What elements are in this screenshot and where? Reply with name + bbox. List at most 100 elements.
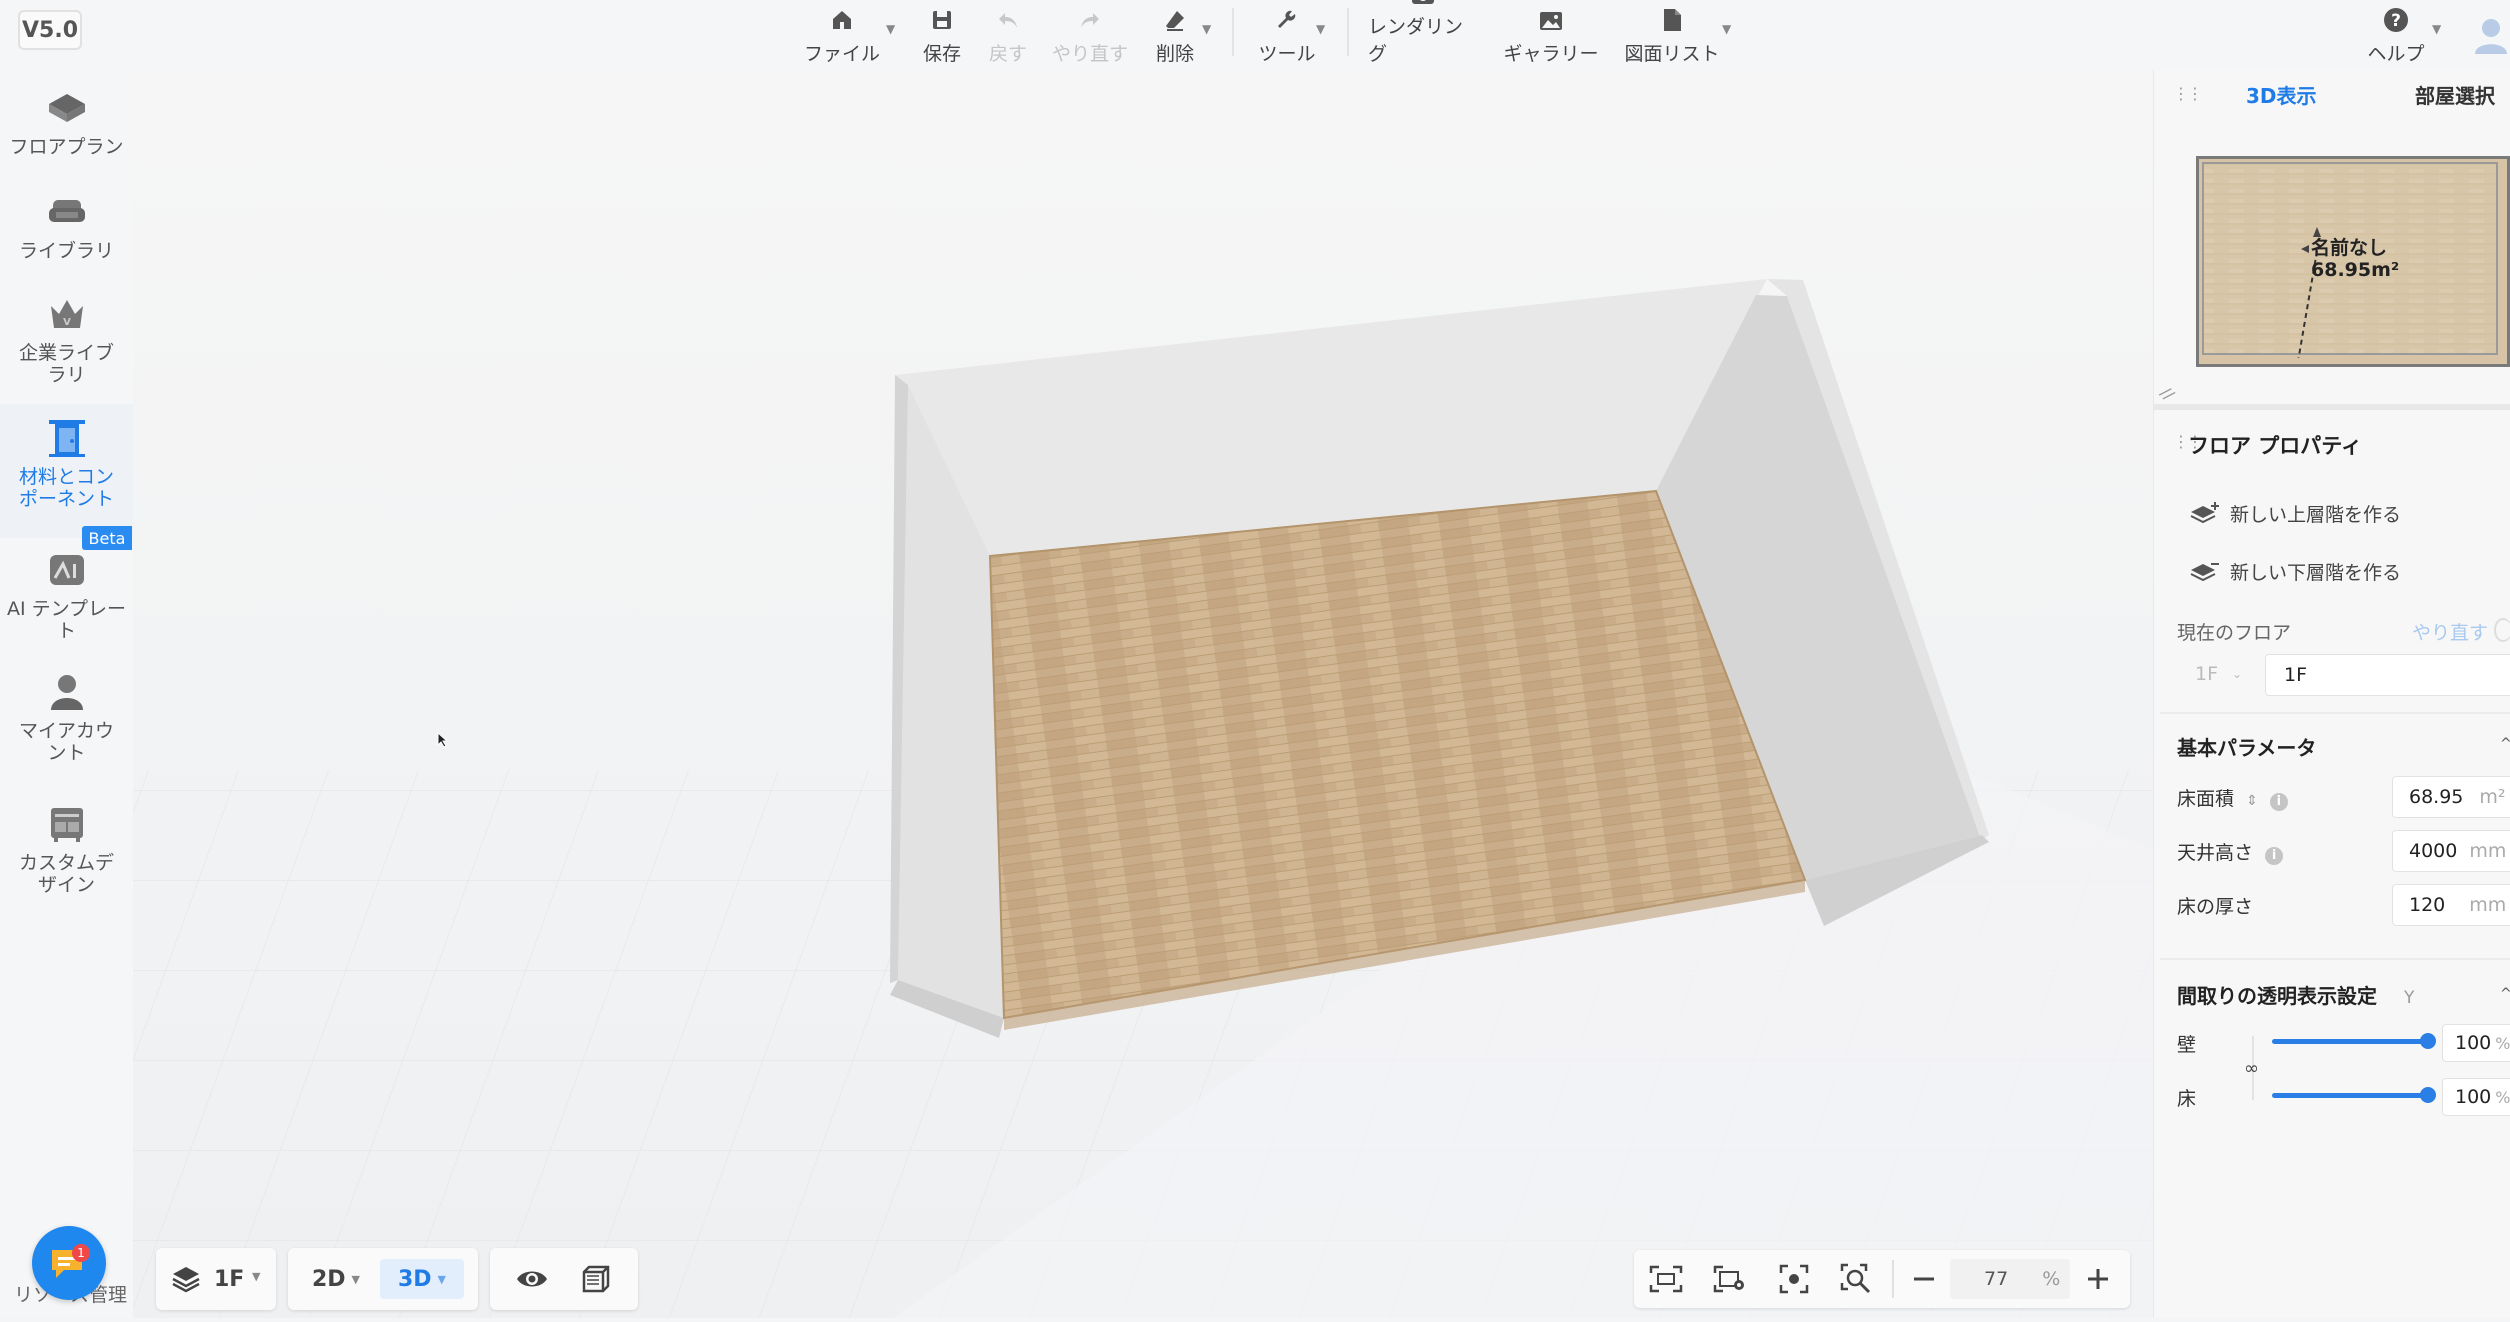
eye-icon: [517, 1271, 547, 1287]
drawing-list-button[interactable]: 図面リスト: [1622, 0, 1722, 66]
sort-icon[interactable]: ⇕: [2246, 793, 2258, 809]
chevron-down-icon: ▼: [437, 1272, 447, 1286]
floor-opacity-slider[interactable]: [2272, 1093, 2427, 1098]
minimap[interactable]: 名前なし 68.95m²: [2196, 156, 2510, 380]
toolbar-divider: [1232, 8, 1234, 56]
undo-button[interactable]: 戻す: [978, 0, 1038, 66]
chevron-down-icon[interactable]: ▼: [2432, 22, 2441, 36]
chevron-down-icon[interactable]: ▼: [1722, 22, 1731, 36]
user-avatar[interactable]: [2472, 14, 2510, 54]
help-button[interactable]: ? ヘルプ: [2364, 0, 2428, 66]
chevron-up-icon[interactable]: ^: [2500, 736, 2510, 752]
camera-settings-button[interactable]: [1708, 1262, 1752, 1296]
fit-view-button[interactable]: [1644, 1262, 1688, 1296]
ai-template-icon: [47, 550, 87, 590]
wall-opacity-slider[interactable]: [2272, 1039, 2427, 1044]
zoom-in-button[interactable]: [2078, 1262, 2118, 1296]
drawing-list-label: 図面リスト: [1624, 43, 1720, 65]
save-button[interactable]: 保存: [912, 0, 972, 66]
tools-button[interactable]: ツール: [1252, 0, 1322, 66]
floor-thickness-unit: mm: [2469, 894, 2507, 916]
floor-opacity-input[interactable]: 100 %: [2442, 1078, 2510, 1116]
wall-opacity-input[interactable]: 100 %: [2442, 1024, 2510, 1062]
gallery-button[interactable]: ギャラリー: [1503, 0, 1599, 66]
sidebar-item-label: フロアプラン: [9, 136, 124, 158]
crown-icon: V: [47, 294, 87, 334]
floor-area-value: 68.95: [2409, 786, 2464, 808]
room-model[interactable]: [890, 279, 1989, 1038]
new-lower-floor-button[interactable]: 新しい下層階を作る: [2190, 558, 2401, 585]
redo-button[interactable]: やり直す: [1050, 0, 1130, 66]
floor-select[interactable]: 1F ⌄: [2177, 654, 2263, 694]
chevron-down-icon[interactable]: ▼: [886, 22, 895, 36]
zoom-input[interactable]: 77 %: [1950, 1259, 2070, 1299]
view-2d-button[interactable]: 2D ▼: [300, 1262, 372, 1296]
view-3d-button[interactable]: 3D ▼: [380, 1259, 464, 1299]
ceiling-height-text: 天井高さ: [2177, 842, 2254, 864]
sidebar-item-label: 企業ライブラリ: [18, 342, 114, 386]
tab-room-select[interactable]: 部屋選択: [2415, 80, 2495, 109]
tools-label: ツール: [1258, 43, 1316, 65]
layers-icon: [170, 1262, 202, 1296]
sidebar-item-label: ライブラリ: [18, 240, 114, 262]
chevron-down-icon[interactable]: ▼: [1316, 22, 1325, 36]
redo-icon: [1077, 7, 1103, 33]
zoom-search-button[interactable]: [1834, 1262, 1878, 1296]
new-upper-floor-button[interactable]: 新しい上層階を作る: [2190, 500, 2401, 527]
cube-view-button[interactable]: [576, 1262, 616, 1296]
cube-icon: [582, 1265, 610, 1293]
sidebar-item-materials[interactable]: 材料とコンポーネント: [0, 404, 133, 538]
sidebar-item-floorplan[interactable]: フロアプラン: [0, 88, 133, 168]
floor-thickness-input[interactable]: 120 mm: [2392, 884, 2510, 926]
chevron-up-icon[interactable]: ^: [2500, 986, 2510, 1002]
wall-opacity-slider-handle[interactable]: [2420, 1033, 2436, 1049]
link-icon[interactable]: ∞: [2244, 1058, 2259, 1079]
ceiling-height-label: 天井高さ i: [2177, 838, 2284, 865]
file-button[interactable]: ファイル: [802, 0, 882, 66]
layers-minus-icon: [2190, 562, 2219, 581]
chevron-down-icon: ▼: [351, 1272, 361, 1286]
focus-button[interactable]: [1772, 1262, 1816, 1296]
percent-unit: %: [2495, 1087, 2510, 1107]
frame-icon: [1649, 1265, 1683, 1293]
plus-icon: [2088, 1269, 2108, 1289]
layers-plus-icon: [2190, 501, 2219, 523]
floor-name-value: 1F: [2284, 664, 2308, 686]
sidebar-item-custom-design[interactable]: カスタムデザイン: [0, 804, 133, 904]
svg-text:?: ?: [2391, 11, 2401, 31]
floor-area-text: 床面積: [2177, 788, 2235, 810]
save-icon: [929, 7, 955, 33]
tab-3d-view[interactable]: 3D表示: [2246, 80, 2317, 109]
floor-switcher[interactable]: 1F ▼: [156, 1248, 276, 1310]
sidebar-item-library[interactable]: ライブラリ: [0, 192, 133, 272]
delete-button[interactable]: 削除: [1145, 0, 1205, 66]
current-floor-redo-link[interactable]: やり直す: [2412, 618, 2488, 645]
sidebar-item-my-account[interactable]: マイアカウント: [0, 672, 133, 772]
view-3d-label: 3D: [397, 1266, 432, 1292]
sidebar-item-ai-template[interactable]: AI テンプレート: [0, 550, 133, 650]
floor-opacity-slider-handle[interactable]: [2420, 1087, 2436, 1103]
info-icon[interactable]: i: [2265, 847, 2284, 865]
zoom-out-button[interactable]: [1904, 1262, 1944, 1296]
transparency-title: 間取りの透明表示設定 Y: [2177, 980, 2414, 1009]
drag-handle-icon[interactable]: ⋮⋮: [2173, 84, 2203, 103]
info-icon: [2494, 618, 2510, 642]
focus-icon: [1779, 1264, 1809, 1294]
floor-thickness-value: 120: [2409, 894, 2446, 916]
notification-badge: 1: [72, 1244, 90, 1262]
info-icon[interactable]: i: [2269, 793, 2288, 811]
rendering-button[interactable]: レンダリング: [1368, 0, 1478, 66]
save-label: 保存: [922, 43, 961, 65]
floor-area-input[interactable]: 68.95 m²: [2392, 776, 2510, 818]
chat-button[interactable]: 1: [32, 1226, 106, 1300]
minimap-room-label: 名前なし 68.95m²: [2311, 237, 2399, 281]
panel-splitter[interactable]: [2153, 404, 2510, 410]
floor-name-input[interactable]: 1F: [2265, 654, 2510, 696]
chat-icon: [52, 1250, 82, 1278]
sidebar-item-company-library[interactable]: V 企業ライブラリ: [0, 294, 133, 394]
ceiling-height-input[interactable]: 4000 mm: [2392, 830, 2510, 872]
3d-viewport[interactable]: [133, 70, 2153, 1318]
chevron-down-icon[interactable]: ▼: [1202, 22, 1211, 36]
visibility-toggle[interactable]: [512, 1262, 552, 1296]
gallery-label: ギャラリー: [1503, 43, 1599, 65]
